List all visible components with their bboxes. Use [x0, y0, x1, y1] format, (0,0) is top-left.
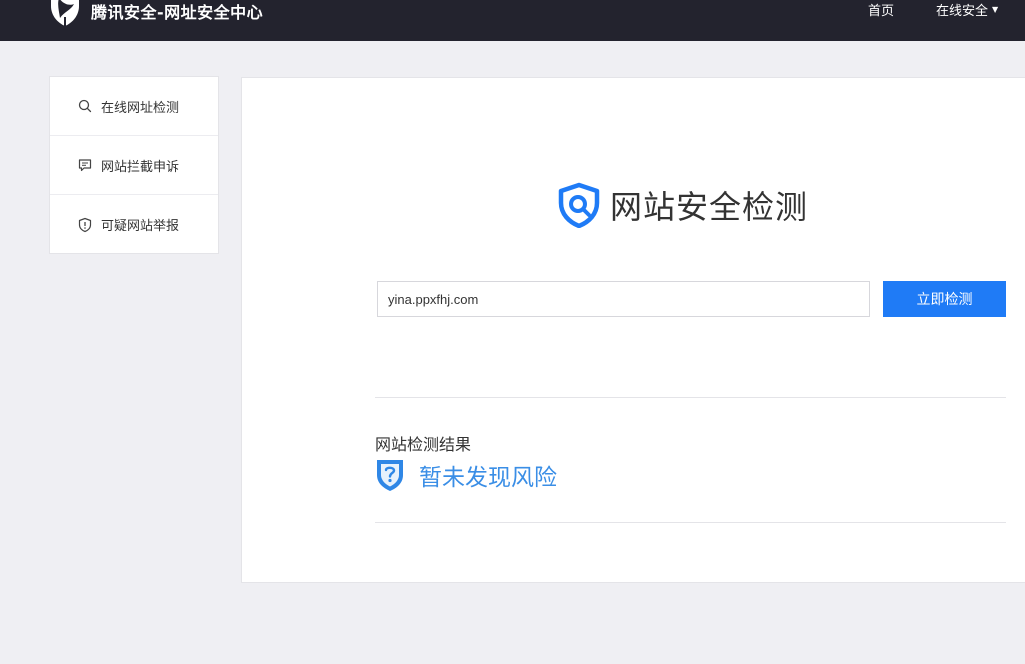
result-status-text: 暂未发现风险 — [419, 465, 557, 491]
nav-online-security-menu[interactable]: 在线安全 ▼ — [936, 0, 998, 19]
url-input[interactable] — [377, 281, 870, 317]
result-label: 网站检测结果 — [375, 435, 472, 454]
divider — [375, 397, 1006, 398]
shield-alert-icon — [78, 217, 92, 232]
sidebar-item-label: 网站拦截申诉 — [101, 159, 180, 175]
search-icon — [78, 99, 92, 113]
brand[interactable]: 腾讯安全-网址安全中心 — [48, 0, 263, 26]
main-panel: 网站安全检测 立即检测 网站检测结果 暂未发现风险 — [241, 77, 1025, 583]
page-heading: 网站安全检测 — [556, 182, 808, 228]
nav-online-security-label: 在线安全 — [936, 4, 989, 19]
top-navigation-bar: 腾讯安全-网址安全中心 首页 在线安全 ▼ — [0, 0, 1025, 41]
divider — [375, 522, 1006, 523]
detect-now-button[interactable]: 立即检测 — [883, 281, 1006, 317]
sidebar-item-online-url-check[interactable]: 在线网址检测 — [50, 77, 218, 136]
nav-home-link[interactable]: 首页 — [868, 0, 894, 19]
page-title: 网站安全检测 — [610, 188, 809, 226]
sidebar-item-label: 在线网址检测 — [101, 100, 180, 116]
shield-search-icon — [558, 182, 600, 228]
sidebar-item-label: 可疑网站举报 — [101, 219, 180, 234]
sidebar: 在线网址检测 网站拦截申诉 可疑网站举报 — [49, 76, 219, 254]
brand-title: 腾讯安全-网址安全中心 — [91, 3, 264, 22]
tencent-security-shield-icon — [51, 0, 79, 26]
sidebar-item-suspicious-site-report[interactable]: 可疑网站举报 — [50, 195, 218, 254]
result-status: 暂未发现风险 — [375, 458, 557, 492]
comment-icon — [78, 159, 92, 172]
unknown-shield-icon — [377, 460, 403, 491]
sidebar-item-site-block-appeal[interactable]: 网站拦截申诉 — [50, 136, 218, 195]
caret-down-icon: ▼ — [992, 5, 999, 14]
